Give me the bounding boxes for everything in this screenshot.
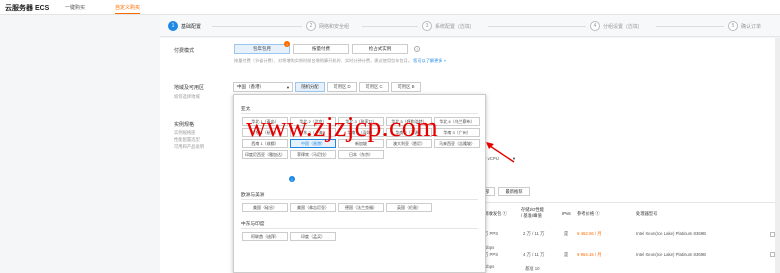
region-help-link[interactable]: 如何选择地域 <box>174 94 200 100</box>
region-option[interactable]: 马来西亚（吉隆坡） <box>434 139 480 148</box>
scrollbar[interactable] <box>775 38 780 273</box>
row-ipv6: 是 <box>564 252 569 257</box>
divider <box>241 228 478 229</box>
billing-hint: 按量付费（节省计费）、对将增购实例时前台增购算开机时、实时分钟计费，建议使用包年… <box>234 58 446 64</box>
region-option[interactable]: 华南 3（广州） <box>434 128 480 137</box>
step-label: 分组设置 <box>603 23 624 30</box>
step-basic[interactable]: 1 基础配置 <box>168 21 201 31</box>
step-label: 网络和安全组 <box>319 23 350 30</box>
zone-random[interactable]: 随机分配 <box>295 82 325 92</box>
filter-recommend-button[interactable]: 最新推荐 <box>498 187 530 196</box>
step-system[interactable]: 3 系统配置 (选填) <box>422 21 471 31</box>
step-number: 5 <box>728 21 738 31</box>
tab-custom-buy[interactable]: 自定义购买 <box>115 4 141 14</box>
info-icon: i <box>289 176 295 182</box>
billing-option-subscription[interactable]: 包年包月 <box>234 44 290 54</box>
region-option[interactable]: 菲律宾（马尼拉） <box>290 150 336 159</box>
step-optional: (选填) <box>626 23 640 30</box>
chevron-down-icon: ▼ <box>286 85 290 90</box>
watermark-text: www.zjzjcp.com <box>246 112 439 143</box>
instance-sub-link[interactable]: 可用和产品说明 <box>174 144 204 150</box>
region-option[interactable]: 美国（弗吉尼亚） <box>290 203 336 212</box>
step-confirm[interactable]: 5 确认订单 <box>728 21 761 31</box>
row-ipv6: 是 <box>564 231 569 236</box>
region-option[interactable]: 德国（法兰克福） <box>338 203 384 212</box>
step-number: 2 <box>306 21 316 31</box>
col-header: IPv6 <box>562 211 571 216</box>
row-pps: 万 PPS <box>484 252 499 257</box>
step-label: 系统配置 <box>435 23 456 30</box>
row-io: 基准 10 <box>525 266 540 271</box>
learn-more-link[interactable]: 您可以了解更多 » <box>413 58 446 63</box>
region-option[interactable]: 日本（东京） <box>338 150 384 159</box>
row-price: ¥ 964.15 / 月 <box>577 252 602 257</box>
region-group-title: 欧洲与美洲 <box>241 192 265 197</box>
help-icon[interactable]: ? <box>414 46 420 52</box>
row-cpu: Intel Xeon(Ice Lake) Platinum 8369B <box>636 252 706 257</box>
region-option[interactable]: 英国（伦敦） <box>386 203 432 212</box>
step-network[interactable]: 2 网络和安全组 <box>306 21 349 31</box>
instance-label: 实例规格 <box>174 122 195 128</box>
step-connector <box>212 26 302 27</box>
table-divider <box>480 202 780 203</box>
region-option[interactable]: 阿联酋（迪拜） <box>242 232 288 241</box>
step-connector <box>362 26 418 27</box>
billing-label: 付费模式 <box>174 48 195 54</box>
row-io: 4 万 / 11 万 <box>523 252 545 257</box>
col-header: 处理器型号 <box>636 211 658 216</box>
brand-title: 云服务器 ECS <box>5 5 50 12</box>
zone-c[interactable]: 可用区 C <box>359 82 389 92</box>
region-select[interactable]: 中国（香港） ▼ <box>233 82 293 92</box>
step-number: 3 <box>422 21 432 31</box>
instance-sub-link[interactable]: 实例规格族 <box>174 130 195 136</box>
step-number: 1 <box>168 21 178 31</box>
instance-sub-link[interactable]: 性能配置选型 <box>174 137 200 143</box>
row-cpu: Intel Xeon(Ice Lake) Platinum 8369B <box>636 231 706 236</box>
step-optional: (选填) <box>458 23 472 30</box>
zone-d[interactable]: 可用区 D <box>327 82 357 92</box>
row-io: 2 万 / 11 万 <box>523 231 545 236</box>
divider <box>241 199 478 200</box>
step-connector <box>488 26 586 27</box>
region-selected-value: 中国（香港） <box>237 84 264 89</box>
region-option[interactable]: 印度尼西亚（雅加达） <box>242 150 288 159</box>
arrow-icon <box>486 142 515 163</box>
step-label: 确认订单 <box>741 23 762 30</box>
col-header: 存储I/O性能 / 基准/峰值 <box>521 207 544 218</box>
step-connector <box>656 26 724 27</box>
row-price: ¥ 462.06 / 月 <box>577 231 602 236</box>
step-number: 4 <box>590 21 600 31</box>
region-option[interactable]: 美国（硅谷） <box>242 203 288 212</box>
billing-hint-text: 按量付费（节省计费）、对将增购实例时前台增购算开机时、实时分钟计费，建议使用包年… <box>234 58 412 63</box>
billing-option-spot[interactable]: 抢占式实例 <box>352 44 408 54</box>
tab-quick-buy[interactable]: 一键购买 <box>65 4 85 11</box>
region-option[interactable]: 印度（孟买） <box>290 232 336 241</box>
region-option[interactable]: 华北 6（乌兰察布） <box>434 117 480 126</box>
region-label: 地域及可用区 <box>174 85 205 91</box>
wizard-steps: 1 基础配置 2 网络和安全组 3 系统配置 (选填) 4 分组设置 (选填) 5 确认订单 <box>160 15 780 37</box>
zone-b[interactable]: 可用区 B <box>391 82 421 92</box>
step-label: 基础配置 <box>181 23 202 30</box>
row-pps: 万 PPS <box>484 231 499 236</box>
top-bar: 云服务器 ECS 一键购买 自定义购买 <box>0 0 780 15</box>
region-group-title: 中东与印度 <box>241 221 265 226</box>
col-header: 参考价格 ① <box>577 211 600 216</box>
badge-icon: ! <box>284 41 290 47</box>
billing-option-payg[interactable]: 按量付费 <box>293 44 349 54</box>
step-group[interactable]: 4 分组设置 (选填) <box>590 21 639 31</box>
